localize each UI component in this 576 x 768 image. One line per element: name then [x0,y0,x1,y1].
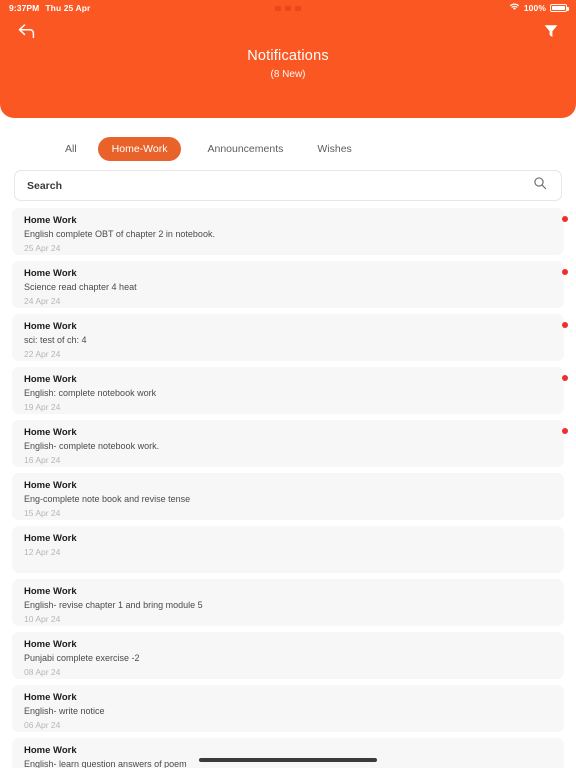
notification-title: Home Work [24,692,77,703]
list-item[interactable]: Home Work English: complete notebook wor… [12,367,568,414]
notification-description: English- complete notebook work. [24,441,160,451]
back-arrow-icon [17,22,37,44]
list-item[interactable]: Home Work English- complete notebook wor… [12,420,568,467]
notification-title: Home Work [24,427,77,438]
header-title-block: Notifications (8 New) [0,48,576,80]
notification-title: Home Work [24,374,77,385]
notification-description: English: complete notebook work [24,388,157,398]
notification-date: 22 Apr 24 [24,349,61,359]
unread-dot [562,269,568,275]
notification-title: Home Work [24,215,77,226]
notifications-screen: 9:37PM Thu 25 Apr 100% Notifications (8 … [0,0,576,768]
tab-home-work[interactable]: Home-Work [97,137,182,161]
notification-date: 15 Apr 24 [24,508,61,518]
page-subtitle: (8 New) [270,69,306,80]
status-bar-right: 100% [509,3,569,13]
notification-description: English- revise chapter 1 and bring modu… [24,600,203,610]
notification-title: Home Work [24,321,77,332]
filter-button[interactable] [538,20,564,46]
notification-description: Punjabi complete exercise -2 [24,653,140,663]
notification-date: 24 Apr 24 [24,296,61,306]
notification-date: 25 Apr 24 [24,243,61,253]
unread-dot [562,375,568,381]
notification-date: 12 Apr 24 [24,547,61,557]
list-item[interactable]: Home Work English- revise chapter 1 and … [12,579,564,626]
filter-tabs: All Home-Work Announcements Wishes [0,136,576,162]
notification-description: sci: test of ch: 4 [24,335,87,345]
list-item[interactable]: Home Work English- write notice 06 Apr 2… [12,685,564,732]
notification-description: English complete OBT of chapter 2 in not… [24,229,215,239]
home-indicator [199,758,377,762]
notification-date: 08 Apr 24 [24,667,61,677]
wifi-icon [509,3,520,13]
notification-title: Home Work [24,480,77,491]
island-dot [275,5,281,11]
unread-dot [562,322,568,328]
unread-dot [562,428,568,434]
list-item[interactable]: Home Work English- learn question answer… [12,738,564,768]
notification-title: Home Work [24,533,77,544]
status-bar: 9:37PM Thu 25 Apr 100% [0,0,576,16]
notification-title: Home Work [24,586,77,597]
notification-list[interactable]: Home Work English complete OBT of chapte… [0,208,576,768]
list-item[interactable]: Home Work 12 Apr 24 [12,526,564,573]
notification-title: Home Work [24,745,77,756]
notification-date: 16 Apr 24 [24,455,61,465]
filter-funnel-icon [543,23,559,44]
notification-title: Home Work [24,639,77,650]
notification-date: 19 Apr 24 [24,402,61,412]
notification-description: Science read chapter 4 heat [24,282,137,292]
battery-percent-label: 100% [523,3,546,13]
back-button[interactable] [12,20,42,46]
list-item[interactable]: Home Work Science read chapter 4 heat 24… [12,261,568,308]
notification-date: 06 Apr 24 [24,720,61,730]
search-input[interactable] [27,179,495,192]
notification-description: Eng-complete note book and revise tense [24,494,191,504]
tab-wishes[interactable]: Wishes [307,137,361,161]
notification-date: 10 Apr 24 [24,614,61,624]
list-item[interactable]: Home Work English complete OBT of chapte… [12,208,568,255]
island-dot [285,5,291,11]
island-dot [295,5,301,11]
list-item[interactable]: Home Work Punjabi complete exercise -2 0… [12,632,564,679]
notification-description: English- write notice [24,706,105,716]
search-icon[interactable] [533,176,547,195]
page-title: Notifications [247,48,329,64]
tab-announcements[interactable]: Announcements [197,137,293,161]
list-item[interactable]: Home Work Eng-complete note book and rev… [12,473,564,520]
dynamic-island-dots [0,5,576,11]
unread-dot [562,216,568,222]
notification-title: Home Work [24,268,77,279]
list-item[interactable]: Home Work sci: test of ch: 4 22 Apr 24 [12,314,568,361]
tab-all[interactable]: All [55,137,87,161]
battery-full-icon [550,4,569,12]
header-nav-row [0,16,576,50]
search-bar[interactable] [14,170,562,201]
app-header: 9:37PM Thu 25 Apr 100% Notifications (8 … [0,0,576,118]
